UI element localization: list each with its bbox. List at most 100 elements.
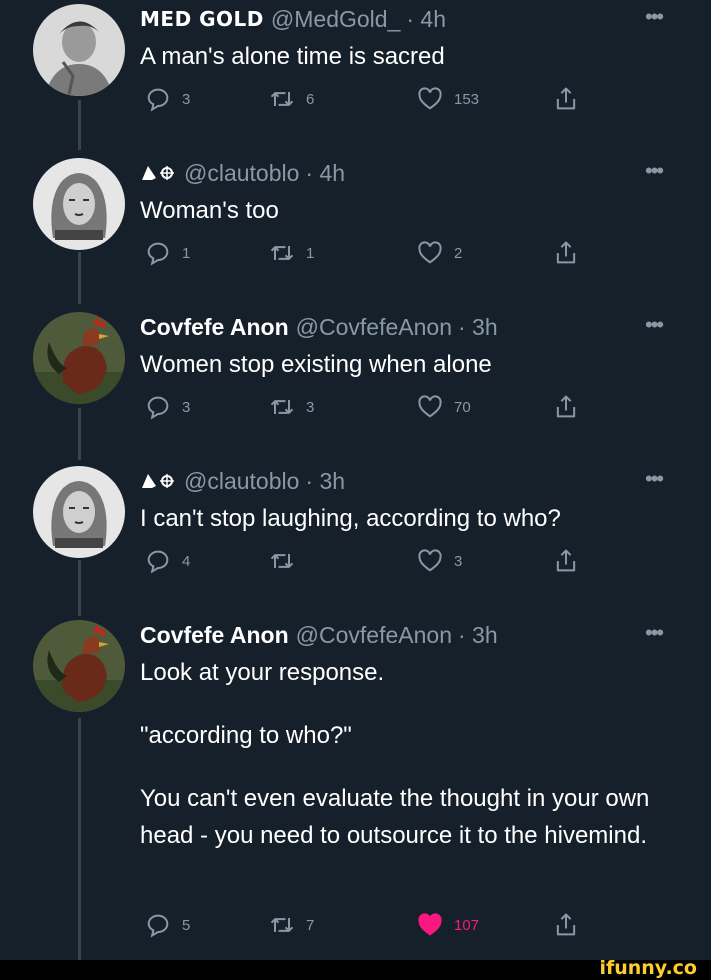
avatar-image [33,466,125,558]
handle[interactable]: @CovfefeAnon [296,314,452,341]
reply-icon [147,914,169,938]
like-count: 3 [454,552,463,570]
tweet-text-line: A man's alone time is sacred [140,43,445,70]
tweet-actions: 1 1 2 [140,236,600,270]
like-count: 70 [454,398,471,416]
like-button[interactable]: 107 [416,908,479,942]
retweet-icon [270,554,294,568]
more-icon[interactable]: ••• [645,312,664,338]
retweet-count: 3 [306,398,315,416]
avatar-image [33,4,125,96]
retweet-count: 1 [306,244,315,262]
like-count: 2 [454,244,463,262]
like-icon [418,549,442,572]
thread-line [78,100,81,150]
tweet-text-line: "according to who?" [140,722,352,749]
share-icon [556,913,576,936]
avatar[interactable] [33,620,125,712]
like-icon [418,241,442,264]
handle[interactable]: @clautoblo [184,468,299,495]
more-icon[interactable]: ••• [645,466,664,492]
avatar[interactable] [33,158,125,250]
footer-bar: ifunny.co [0,957,711,980]
like-count: 107 [454,916,480,934]
retweet-button[interactable]: 3 [268,390,314,424]
share-button[interactable] [552,908,590,942]
thread-line [78,408,81,460]
tweet-text-line: You can't even evaluate the thought in y… [140,785,650,849]
reply-icon [147,396,169,420]
tweet-header: Covfefe Anon @CovfefeAnon · 3h [140,618,498,652]
tweet-header: MED GOLD @MedGold_ · 4h [140,2,446,36]
more-icon[interactable]: ••• [645,158,664,184]
like-icon [418,395,442,418]
avatar[interactable] [33,466,125,558]
reply-button[interactable]: 3 [144,82,190,116]
reply-count: 3 [182,398,191,416]
avatar[interactable] [33,312,125,404]
share-icon [556,87,576,110]
tweet-header: Covfefe Anon @CovfefeAnon · 3h [140,310,498,344]
handle[interactable]: @CovfefeAnon [296,622,452,649]
timestamp[interactable]: · 3h [458,622,498,649]
tweet-text: A man's alone time is sacred [140,38,680,75]
reply-icon [147,88,169,112]
reply-button[interactable]: 5 [144,908,190,942]
reply-button[interactable]: 3 [144,390,190,424]
retweet-count: 7 [306,916,315,934]
retweet-button[interactable]: 7 [268,908,314,942]
retweet-button[interactable]: 1 [268,236,314,270]
timestamp[interactable]: · 4h [406,6,446,33]
reply-button[interactable]: 4 [144,544,190,578]
avatar-image [33,158,125,250]
tweet-text-line: Look at your response. [140,659,385,686]
reply-count: 4 [182,552,191,570]
retweet-button[interactable] [268,544,306,578]
tweet-text-line: I can't stop laughing, according to who? [140,505,561,532]
username-icon[interactable] [140,162,178,184]
timestamp[interactable]: · 4h [305,160,345,187]
reply-icon [147,550,169,574]
avatar-image [33,312,125,404]
avatar[interactable] [33,4,125,96]
share-button[interactable] [552,390,590,424]
timestamp[interactable]: · 3h [458,314,498,341]
avatar-image [33,620,125,712]
retweet-icon [270,92,294,106]
reply-count: 3 [182,90,191,108]
share-button[interactable] [552,544,590,578]
share-button[interactable] [552,236,590,270]
tweet-actions: 3 6 153 [140,82,600,116]
more-icon[interactable]: ••• [645,620,664,646]
tweet-actions: 3 3 70 [140,390,600,424]
reply-count: 5 [182,916,191,934]
username-icon[interactable] [140,470,178,492]
thread-line [78,718,81,960]
like-icon [418,87,442,110]
like-count: 153 [454,90,480,108]
more-icon[interactable]: ••• [645,4,664,30]
handle[interactable]: @MedGold_ [271,6,400,33]
retweet-button[interactable]: 6 [268,82,314,116]
handle[interactable]: @clautoblo [184,160,299,187]
timestamp[interactable]: · 3h [305,468,345,495]
like-button[interactable]: 2 [416,236,462,270]
like-button[interactable]: 70 [416,390,471,424]
display-name[interactable]: Covfefe Anon [140,622,289,649]
thread-line [78,560,81,616]
like-button[interactable]: 153 [416,82,479,116]
tweet-actions: 4 3 [140,544,600,578]
watermark-logo: ifunny.co [599,957,697,979]
tweet-thread: MED GOLD @MedGold_ · 4h ••• A man's alon… [0,0,711,960]
reply-count: 1 [182,244,191,262]
reply-button[interactable]: 1 [144,236,190,270]
tweet-text: I can't stop laughing, according to who? [140,500,680,537]
display-name[interactable]: Covfefe Anon [140,314,289,341]
display-name[interactable]: MED GOLD [140,7,264,31]
tweet-actions: 5 7 107 [140,908,600,942]
retweet-count: 6 [306,90,315,108]
like-button[interactable]: 3 [416,544,462,578]
retweet-icon [270,400,294,414]
share-button[interactable] [552,82,590,116]
retweet-icon [270,246,294,260]
